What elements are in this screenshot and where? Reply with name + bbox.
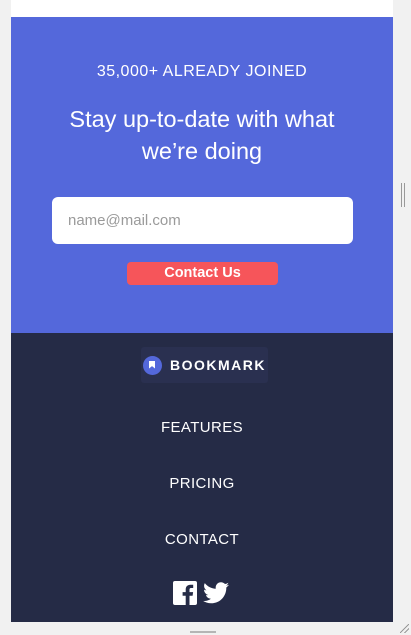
resize-grip-icon[interactable] xyxy=(400,624,409,633)
logo-text: BOOKMARK xyxy=(170,357,266,373)
vertical-scrollbar[interactable] xyxy=(393,0,411,622)
bookmark-icon xyxy=(143,355,162,375)
page-viewport: 35,000+ ALREADY JOINED Stay up-to-date w… xyxy=(11,0,393,622)
footer-nav-features[interactable]: FEATURES xyxy=(11,419,393,436)
facebook-icon[interactable] xyxy=(173,581,197,605)
footer-nav-contact[interactable]: CONTACT xyxy=(11,531,393,548)
footer: BOOKMARK FEATURES PRICING CONTACT xyxy=(11,333,393,622)
scrollbar-thumb[interactable] xyxy=(401,183,405,207)
top-strip xyxy=(11,0,393,17)
horizontal-scrollbar-thumb[interactable] xyxy=(190,631,216,633)
twitter-icon[interactable] xyxy=(203,582,229,604)
newsletter-section: 35,000+ ALREADY JOINED Stay up-to-date w… xyxy=(11,17,393,333)
horizontal-scrollbar[interactable] xyxy=(0,622,411,635)
footer-nav-pricing[interactable]: PRICING xyxy=(11,475,393,492)
bookmark-logo[interactable]: BOOKMARK xyxy=(141,347,268,383)
joined-count: 35,000+ ALREADY JOINED xyxy=(96,63,308,80)
email-input[interactable] xyxy=(52,197,353,244)
social-links xyxy=(173,581,229,605)
contact-us-button[interactable]: Contact Us xyxy=(127,262,278,285)
newsletter-headline: Stay up-to-date with what we’re doing xyxy=(69,106,335,164)
